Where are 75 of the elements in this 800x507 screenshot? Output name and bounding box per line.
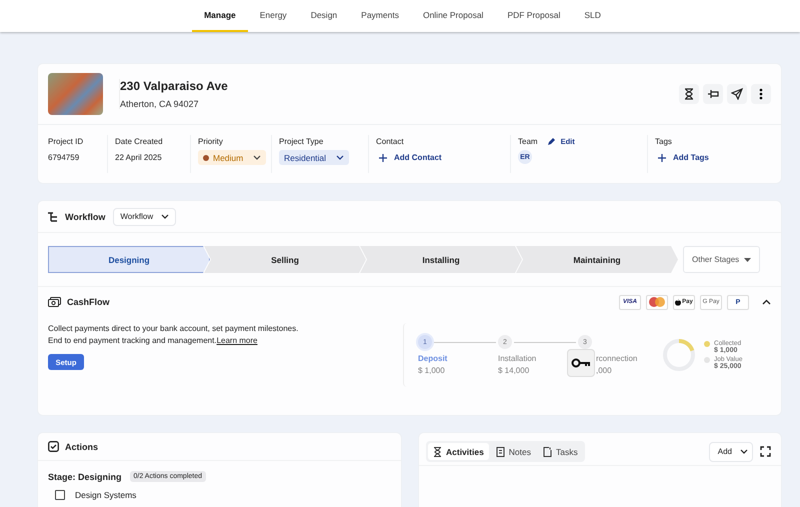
chevron-down-icon [253,155,262,160]
other-stages-dropdown[interactable]: Other Stages [683,246,760,273]
apple-icon [675,298,682,306]
milestone-amount: ,000 [595,366,613,375]
learn-more-link[interactable]: Learn more [216,336,258,345]
send-icon [731,88,743,100]
milestone-amount: $ 1,000 [418,366,446,375]
hourglass-button[interactable] [679,84,699,104]
chevron-down-icon [336,155,344,160]
plus-icon [658,154,666,162]
more-button[interactable] [751,84,771,104]
field-label: Tags [655,136,672,146]
hourglass-icon [683,88,695,100]
photo-placeholder [48,73,103,115]
nav-tab[interactable]: PDF Proposal [495,0,572,32]
caret-down-icon [744,258,752,262]
add-button[interactable]: Add Contact [376,153,442,162]
expand-icon[interactable] [760,446,771,457]
more-icon [759,88,763,100]
plus-icon [379,154,387,162]
chevron-down-icon [740,449,748,454]
stage-step[interactable]: Installing [360,246,522,273]
pencil-icon [546,136,556,146]
field-label: Contact [376,136,404,146]
task-icon [543,446,552,456]
stage-step[interactable]: Designing [48,246,210,273]
action-label: Design Systems [75,490,136,500]
milestone-amount: $ 14,000 [498,366,530,375]
field-label: Project Type [279,136,324,146]
field-value: 22 April 2025 [115,153,163,162]
action-checkbox[interactable] [55,490,65,500]
activity-tab[interactable]: Activities [428,443,489,460]
note-icon [496,446,505,456]
workflow-icon [48,212,59,222]
toggle-button[interactable] [703,84,723,104]
milestone-label: Deposit [418,354,448,363]
chevron-down-icon [161,214,170,219]
checkbox-icon [48,441,59,452]
nav-tab[interactable]: Energy [248,0,299,32]
milestone-label: rconnection [595,354,638,363]
project-type-dropdown[interactable]: Residential [279,150,350,165]
key-icon [567,349,595,377]
field-label: Project ID [48,136,84,146]
field-value: 6794759 [48,153,80,162]
nav-tab[interactable]: Manage [192,0,248,32]
workflow-dropdown[interactable]: Workflow [113,208,176,226]
field-label: Team [518,136,538,146]
activity-tab[interactable]: Notes [490,443,536,460]
hourglass-icon [433,446,442,456]
stage-step[interactable]: Maintaining [516,246,678,273]
field-label: Date Created [115,136,163,146]
milestone-label: Installation [498,354,538,363]
nav-tab[interactable]: Design [298,0,350,32]
project-city: Atherton, CA 94027 [120,99,200,109]
stage-label: Stage: Designing [48,472,122,482]
cash-icon [48,296,61,308]
card-brand-icon [646,294,668,310]
activity-tab[interactable]: Tasks [538,443,583,460]
add-dropdown[interactable]: Add [708,442,753,462]
collapse-icon[interactable] [762,299,771,305]
nav-tab[interactable]: Online Proposal [410,0,496,32]
field-label: Priority [198,136,223,146]
actions-title: Actions [65,442,98,452]
stage-step[interactable]: Selling [204,246,366,273]
nav-tab[interactable]: SLD [572,0,613,32]
nav-tab[interactable]: Payments [349,0,411,32]
cashflow-description: Collect payments direct to your bank account, set payment milestones. End to end payment tracking and management.Learn more [48,323,300,347]
cashflow-title: CashFlow [67,297,110,307]
project-address: 230 Valparaiso Ave [120,79,228,93]
priority-dropdown[interactable]: Medium [198,150,266,165]
workflow-title: Workflow [65,212,106,222]
send-button[interactable] [727,84,747,104]
progress-ring-drawing [662,338,696,372]
add-button[interactable]: Add Tags [655,153,709,162]
toggle-icon [707,88,719,100]
